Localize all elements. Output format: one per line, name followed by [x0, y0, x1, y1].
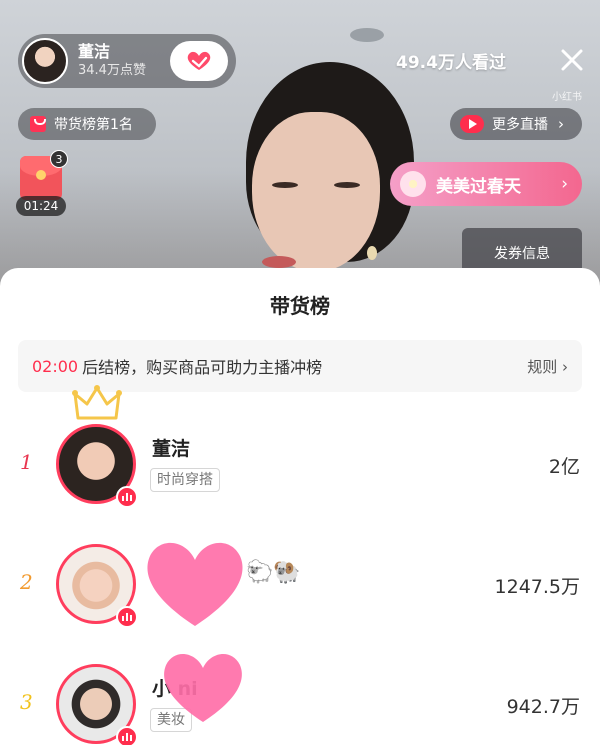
red-packet-count: 3: [50, 150, 68, 168]
category-tag: 时尚穿搭: [150, 468, 220, 492]
sheep-emoji: 🐑🐏: [246, 560, 301, 585]
red-packet-timer: 01:24: [16, 196, 66, 216]
live-bars-icon: [116, 606, 138, 628]
rank-badge-label: 带货榜第1名: [54, 117, 133, 133]
sales-value: 2亿: [548, 456, 580, 478]
host-avatar[interactable]: [22, 38, 68, 84]
watermark: 小红书: [552, 92, 582, 103]
ranking-row[interactable]: 1 董洁 时尚穿搭 2亿: [0, 385, 600, 514]
rank-badge-pill[interactable]: 带货榜第1名: [18, 108, 156, 140]
viewer-count: 49.4万人看过: [396, 53, 506, 73]
crown-icon: [72, 385, 122, 420]
host-lip: [262, 256, 296, 268]
close-icon[interactable]: [556, 44, 588, 76]
redaction-heart: [147, 542, 243, 626]
sheet-title: 带货榜: [270, 294, 330, 318]
live-bars-icon: [116, 486, 138, 508]
live-bars-icon: [116, 726, 138, 745]
rank-number: 3: [20, 690, 33, 714]
sales-ranking-sheet: 带货榜 02:00 后结榜，购买商品可助力主播冲榜 规则 › 1 董洁 时尚穿搭…: [0, 268, 600, 745]
rules-link[interactable]: 规则 ›: [527, 356, 568, 377]
host-info-pill[interactable]: 董洁 34.4万点赞: [18, 34, 236, 88]
rules-label: 规则: [527, 357, 558, 376]
shopping-bag-icon: [30, 116, 46, 132]
redaction-heart: [164, 653, 242, 722]
ceiling-light: [350, 28, 384, 42]
sales-value: 942.7万: [506, 696, 580, 718]
coupon-label: 发券信息: [494, 246, 550, 262]
event-label: 美美过春天: [436, 176, 521, 197]
heart-follow-icon: [187, 51, 211, 70]
host-eye: [272, 182, 298, 188]
host-eye: [334, 182, 360, 188]
host-name: 董洁: [78, 42, 111, 61]
host-face: [252, 112, 380, 272]
host-likes: 34.4万点赞: [78, 63, 146, 78]
more-live-button[interactable]: 更多直播 ›: [450, 108, 582, 140]
ranking-row[interactable]: 2 🐑🐏 1247.5万: [0, 534, 600, 634]
countdown: 02:00: [32, 356, 79, 376]
play-icon: [460, 115, 484, 133]
ranking-row[interactable]: 3 小 ni 美妆 942.7万: [0, 653, 600, 745]
more-live-label: 更多直播: [492, 117, 548, 133]
chevron-right-icon: ›: [558, 115, 564, 133]
follow-button[interactable]: [170, 41, 228, 81]
host-earring: [367, 246, 377, 260]
host-meta: 董洁 34.4万点赞: [78, 42, 146, 80]
flower-icon: [400, 171, 426, 197]
sales-value: 1247.5万: [494, 576, 580, 598]
streamer-name: 董洁: [152, 438, 191, 460]
rank-number: 1: [20, 450, 33, 474]
chevron-right-icon: ›: [562, 357, 568, 376]
chevron-right-icon: ›: [561, 174, 568, 194]
event-banner[interactable]: 美美过春天 ›: [390, 162, 582, 206]
rank-number: 2: [20, 570, 33, 594]
notice-text: 后结榜，购买商品可助力主播冲榜: [82, 358, 323, 377]
